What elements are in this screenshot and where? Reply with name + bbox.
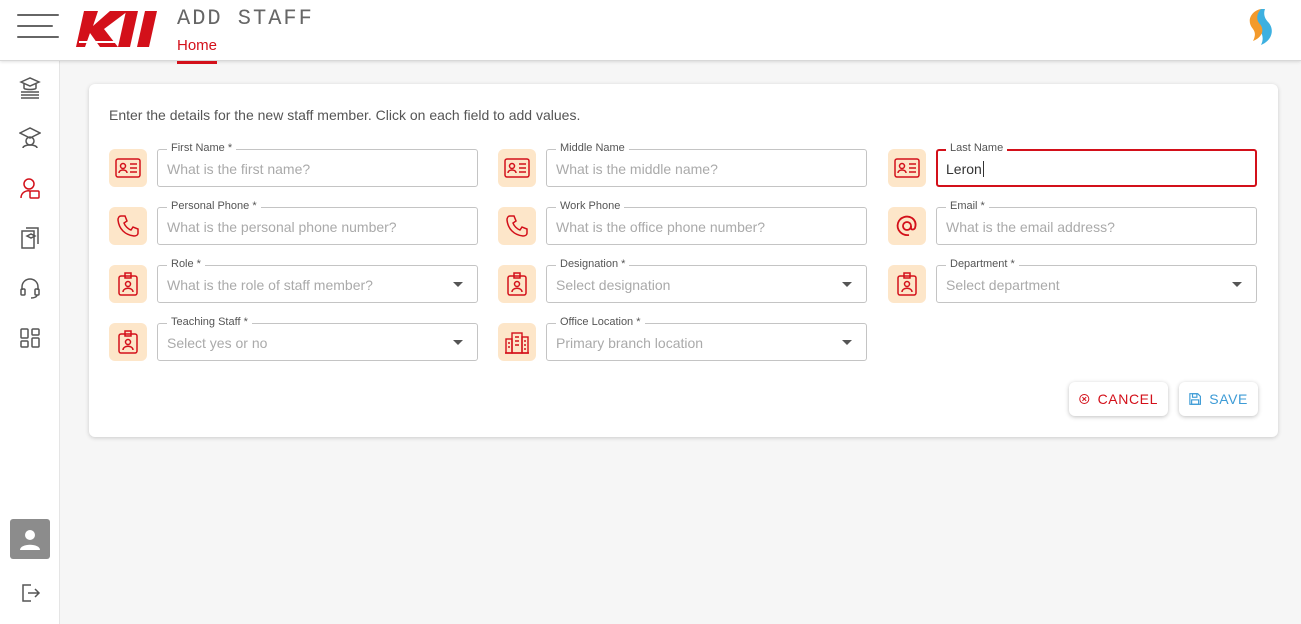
office-location-label: Office Location *	[556, 315, 645, 329]
save-icon	[1189, 393, 1201, 405]
middle-name-field-group: Middle Name What is the middle name?	[498, 141, 868, 187]
support-icon[interactable]	[18, 276, 42, 300]
text-cursor	[982, 161, 984, 177]
badge-icon	[109, 323, 147, 361]
phone-icon	[498, 207, 536, 245]
phone-icon	[109, 207, 147, 245]
chevron-down-icon[interactable]	[453, 282, 463, 287]
email-placeholder: What is the email address?	[946, 219, 1115, 235]
add-staff-form-card: Enter the details for the new staff memb…	[89, 84, 1278, 437]
last-name-label: Last Name	[946, 141, 1008, 155]
personal-phone-label: Personal Phone *	[167, 199, 261, 213]
first-name-placeholder: What is the first name?	[167, 161, 311, 177]
kii-logo[interactable]	[76, 9, 166, 49]
students-icon[interactable]	[18, 126, 42, 150]
cancel-button[interactable]: CANCEL	[1069, 382, 1168, 416]
app-header: ADD STAFF Home	[0, 0, 1301, 64]
chevron-down-icon[interactable]	[842, 340, 852, 345]
badge-icon	[888, 265, 926, 303]
save-button[interactable]: SAVE	[1179, 382, 1258, 416]
middle-name-label: Middle Name	[556, 141, 629, 155]
chevron-down-icon[interactable]	[1232, 282, 1242, 287]
chevron-down-icon[interactable]	[842, 282, 852, 287]
courses-icon[interactable]	[18, 76, 42, 100]
dashboard-icon[interactable]	[18, 326, 42, 350]
designation-field-group: Designation * Select designation	[498, 257, 868, 303]
building-icon	[498, 323, 536, 361]
role-field-group: Role * What is the role of staff member?	[109, 257, 479, 303]
teaching-staff-field-group: Teaching Staff * Select yes or no	[109, 315, 479, 361]
user-icon	[20, 530, 40, 550]
chevron-down-icon[interactable]	[453, 340, 463, 345]
work-phone-field-group: Work Phone What is the office phone numb…	[498, 199, 868, 245]
middle-name-input[interactable]: Middle Name What is the middle name?	[546, 141, 867, 187]
last-name-value: Leron	[946, 161, 984, 177]
email-input[interactable]: Email * What is the email address?	[936, 199, 1257, 245]
teaching-staff-select[interactable]: Teaching Staff * Select yes or no	[157, 315, 478, 361]
logout-icon[interactable]	[18, 581, 42, 605]
first-name-input[interactable]: First Name * What is the first name?	[157, 141, 478, 187]
cancel-button-label: CANCEL	[1097, 391, 1158, 407]
middle-name-placeholder: What is the middle name?	[556, 161, 718, 177]
teaching-staff-placeholder: Select yes or no	[167, 335, 268, 351]
department-select[interactable]: Department * Select department	[936, 257, 1257, 303]
close-circle-icon	[1079, 393, 1090, 405]
email-field-group: Email * What is the email address?	[888, 199, 1258, 245]
department-field-group: Department * Select department	[888, 257, 1258, 303]
id-card-icon	[498, 149, 536, 187]
sidebar	[0, 61, 60, 624]
work-phone-placeholder: What is the office phone number?	[556, 219, 766, 235]
office-location-placeholder: Primary branch location	[556, 335, 704, 351]
work-phone-input[interactable]: Work Phone What is the office phone numb…	[546, 199, 867, 245]
badge-icon	[498, 265, 536, 303]
curriculum-icon[interactable]	[18, 226, 42, 250]
department-label: Department *	[946, 257, 1019, 271]
user-avatar[interactable]	[10, 519, 50, 559]
department-placeholder: Select department	[946, 277, 1060, 293]
email-label: Email *	[946, 199, 989, 213]
role-select[interactable]: Role * What is the role of staff member?	[157, 257, 478, 303]
role-placeholder: What is the role of staff member?	[167, 277, 373, 293]
last-name-field-group: Last Name Leron	[888, 141, 1258, 187]
badge-icon	[109, 265, 147, 303]
breadcrumb-home[interactable]: Home	[177, 37, 218, 64]
designation-placeholder: Select designation	[556, 277, 671, 293]
staff-icon[interactable]	[18, 176, 42, 200]
office-location-select[interactable]: Office Location * Primary branch locatio…	[546, 315, 867, 361]
page-title: ADD STAFF	[177, 6, 314, 31]
id-card-icon	[888, 149, 926, 187]
form-instructions: Enter the details for the new staff memb…	[109, 107, 581, 123]
hamburger-menu-button[interactable]	[17, 14, 59, 38]
id-card-icon	[109, 149, 147, 187]
brand-mark-icon	[1249, 9, 1272, 45]
personal-phone-input[interactable]: Personal Phone * What is the personal ph…	[157, 199, 478, 245]
personal-phone-field-group: Personal Phone * What is the personal ph…	[109, 199, 479, 245]
at-sign-icon	[888, 207, 926, 245]
last-name-input[interactable]: Last Name Leron	[936, 141, 1257, 187]
save-button-label: SAVE	[1209, 391, 1248, 407]
designation-label: Designation *	[556, 257, 630, 271]
designation-select[interactable]: Designation * Select designation	[546, 257, 867, 303]
teaching-staff-label: Teaching Staff *	[167, 315, 252, 329]
personal-phone-placeholder: What is the personal phone number?	[167, 219, 397, 235]
work-phone-label: Work Phone	[556, 199, 625, 213]
role-label: Role *	[167, 257, 205, 271]
first-name-field-group: First Name * What is the first name?	[109, 141, 479, 187]
first-name-label: First Name *	[167, 141, 237, 155]
office-location-field-group: Office Location * Primary branch locatio…	[498, 315, 868, 361]
